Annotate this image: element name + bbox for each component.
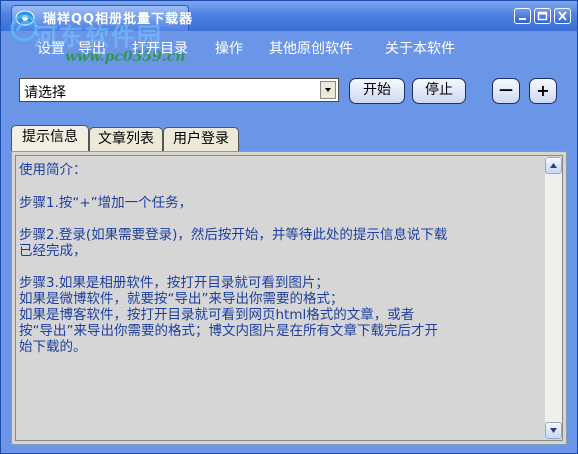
info-line: 始下载的。 (19, 339, 87, 355)
maximize-button[interactable] (534, 8, 551, 24)
window-controls (514, 8, 571, 24)
dropdown-button[interactable] (320, 81, 336, 99)
task-select[interactable]: 请选择 (19, 78, 339, 102)
menu-other-software[interactable]: 其他原创软件 (269, 38, 353, 58)
tab-info[interactable]: 提示信息 (11, 125, 89, 152)
remove-task-button[interactable]: — (492, 78, 520, 104)
menu-settings[interactable]: 设置 (37, 38, 65, 58)
task-select-value: 请选择 (24, 85, 66, 101)
scroll-down-button[interactable] (545, 422, 562, 439)
app-window: 瑞祥QQ相册批量下载器 河东软件园 www.pc0359.cn 设置 导出 打开… (0, 0, 578, 454)
tab-user-login[interactable]: 用户登录 (163, 127, 239, 151)
menu-about[interactable]: 关于本软件 (385, 38, 455, 58)
close-icon (558, 11, 567, 21)
vertical-scrollbar[interactable] (545, 157, 562, 439)
tab-article-list[interactable]: 文章列表 (89, 127, 163, 151)
menu-open-directory[interactable]: 打开目录 (132, 38, 188, 58)
stop-button[interactable]: 停止 (412, 78, 466, 104)
info-line: 已经完成， (19, 243, 87, 259)
add-task-button[interactable]: + (529, 78, 557, 104)
menu-operations[interactable]: 操作 (215, 38, 243, 58)
scroll-up-button[interactable] (545, 157, 562, 174)
minimize-icon (519, 18, 526, 20)
close-button[interactable] (554, 8, 571, 24)
menu-bar: 设置 导出 打开目录 操作 其他原创软件 关于本软件 (1, 31, 577, 59)
minimize-button[interactable] (514, 8, 531, 24)
maximize-icon (537, 11, 548, 21)
info-line: 使用简介： (19, 162, 87, 178)
menu-export[interactable]: 导出 (78, 38, 106, 58)
info-line: 步骤1.按“+”增加一个任务， (19, 195, 193, 211)
chevron-up-icon (550, 163, 557, 168)
chevron-down-icon (550, 428, 557, 433)
chevron-down-icon (325, 88, 331, 92)
start-button[interactable]: 开始 (349, 78, 405, 104)
